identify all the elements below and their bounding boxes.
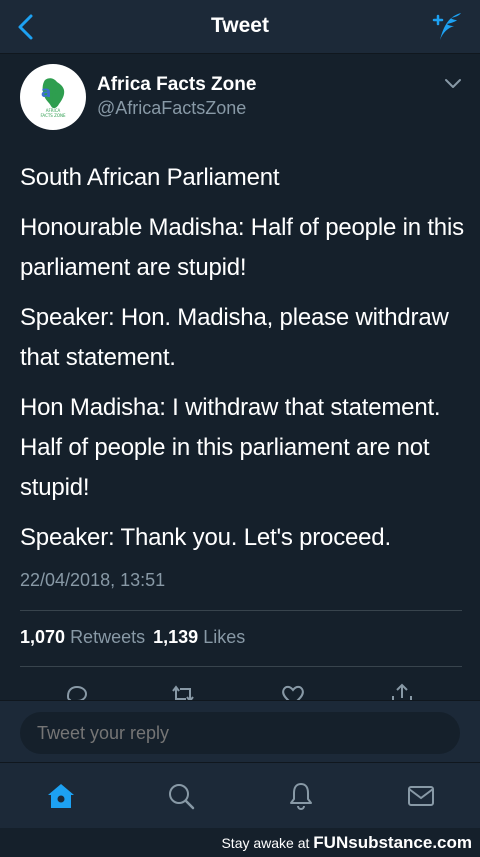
reply-bar [0, 700, 480, 762]
home-icon [48, 784, 74, 808]
tweet-text: South African Parliament Honourable Madi… [20, 158, 465, 568]
retweet-icon[interactable] [169, 682, 197, 700]
compose-feather-icon[interactable] [428, 10, 464, 44]
tweet-timestamp: 22/04/2018, 13:51 [20, 570, 166, 590]
tweet-stats: 1,070 Retweets 1,139 Likes [20, 627, 248, 648]
svg-text:FACTS ZONE: FACTS ZONE [40, 113, 66, 118]
watermark-strip: Stay awake at FUNsubstance.com [0, 828, 480, 857]
share-icon[interactable] [388, 682, 416, 700]
divider [20, 610, 462, 611]
tab-home[interactable] [46, 781, 76, 811]
mail-icon [408, 786, 434, 806]
chevron-down-icon[interactable] [444, 78, 462, 90]
search-icon [169, 784, 195, 810]
divider [20, 666, 462, 667]
tab-search[interactable] [166, 781, 196, 811]
page-title: Tweet [211, 14, 269, 37]
bottom-tab-bar [0, 762, 480, 828]
author-handle[interactable]: @AfricaFactsZone [97, 98, 246, 119]
tweet-paragraph: Speaker: Thank you. Let's proceed. [20, 524, 391, 551]
tweet-author-header[interactable]: a f AFRICA FACTS ZONE Africa Facts Zone … [20, 64, 470, 132]
tweet-paragraph: Honourable Madisha: Half of people in th… [20, 214, 464, 281]
avatar[interactable]: a f AFRICA FACTS ZONE [20, 64, 86, 130]
author-name[interactable]: Africa Facts Zone [97, 74, 256, 96]
svg-text:a: a [41, 83, 51, 101]
tab-notifications[interactable] [286, 781, 316, 811]
tweet-paragraph: South African Parliament [20, 164, 280, 191]
watermark-prefix: Stay awake at [221, 835, 310, 851]
reply-input[interactable] [20, 712, 460, 754]
heart-icon[interactable] [279, 682, 307, 700]
reply-icon[interactable] [62, 682, 90, 700]
tweet-paragraph: Hon Madisha: I withdraw that statement. … [20, 394, 441, 501]
top-nav-bar: Tweet [0, 0, 480, 54]
tweet-actions [0, 676, 480, 700]
tab-messages[interactable] [406, 781, 436, 811]
likes-label[interactable]: Likes [203, 627, 245, 647]
svg-text:f: f [51, 86, 58, 104]
bell-icon [290, 783, 312, 811]
retweets-count[interactable]: 1,070 [20, 627, 65, 647]
africa-facts-zone-logo: a f AFRICA FACTS ZONE [40, 78, 66, 118]
watermark-brand: FUNsubstance.com [313, 833, 472, 852]
tweet-paragraph: Speaker: Hon. Madisha, please withdraw t… [20, 304, 449, 371]
watermark: Stay awake at FUNsubstance.com [221, 833, 472, 853]
likes-count[interactable]: 1,139 [153, 627, 198, 647]
retweets-label[interactable]: Retweets [70, 627, 145, 647]
